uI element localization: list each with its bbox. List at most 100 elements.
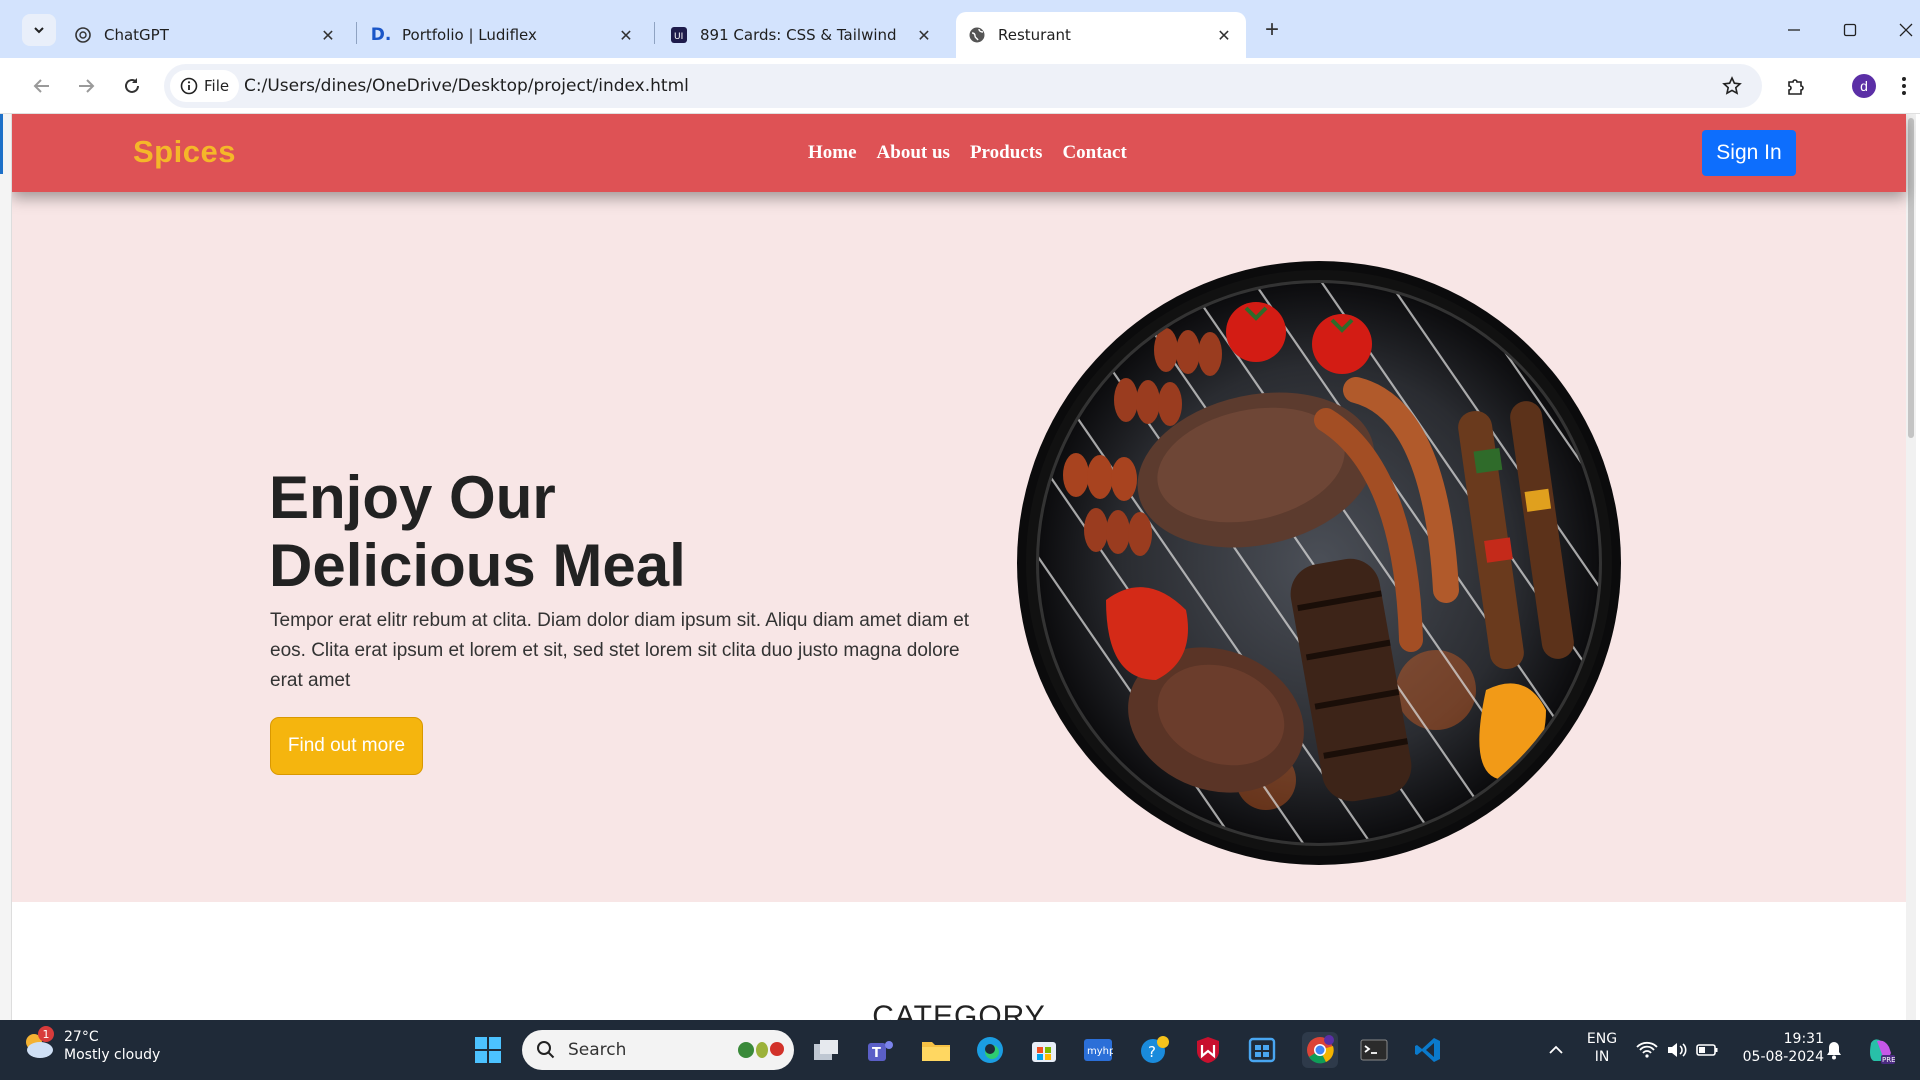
quick-settings-button[interactable]: [1632, 1032, 1722, 1068]
close-tab-icon[interactable]: ✕: [1214, 25, 1234, 45]
weather-text: Mostly cloudy: [64, 1047, 161, 1063]
vscode-button[interactable]: [1410, 1032, 1446, 1068]
svg-text:T: T: [872, 1046, 881, 1061]
site-logo[interactable]: Spices: [133, 134, 236, 170]
chrome-button[interactable]: [1302, 1032, 1338, 1068]
close-tab-icon[interactable]: ✕: [616, 25, 636, 45]
app-grid-icon: [1248, 1037, 1276, 1063]
minimize-icon: [1788, 29, 1800, 31]
mcafee-button[interactable]: [1190, 1032, 1226, 1068]
tab-strip: ChatGPT ✕ D. Portfolio | Ludiflex ✕ UI 8…: [0, 0, 1920, 58]
task-view-button[interactable]: [808, 1032, 844, 1068]
uiverse-icon: UI: [670, 26, 688, 44]
hero-section: Enjoy Our Delicious Meal Tempor erat eli…: [12, 192, 1906, 902]
maximize-button[interactable]: [1830, 14, 1870, 46]
chatgpt-icon: [74, 26, 92, 44]
close-tab-icon[interactable]: ✕: [318, 25, 338, 45]
edge-button[interactable]: [972, 1032, 1008, 1068]
find-out-more-button[interactable]: Find out more: [270, 717, 423, 775]
reload-button[interactable]: [116, 70, 148, 102]
bell-icon: [1827, 1042, 1841, 1060]
help-icon: ?: [1141, 1036, 1169, 1063]
calculator-button[interactable]: [1244, 1032, 1280, 1068]
browser-window: ChatGPT ✕ D. Portfolio | Ludiflex ✕ UI 8…: [0, 0, 1920, 1020]
profile-button[interactable]: d: [1848, 70, 1880, 102]
taskbar: 1 27°C Mostly cloudy Search T myhp ? ENG…: [0, 1020, 1920, 1080]
puzzle-icon: [1788, 79, 1804, 95]
tab-title: Resturant: [998, 26, 1071, 44]
start-button[interactable]: [470, 1032, 506, 1068]
wifi-icon: [1636, 1041, 1658, 1058]
tab-separator: [356, 22, 357, 44]
browser-toolbar: File C:/Users/dines/OneDrive/Desktop/pro…: [0, 58, 1920, 114]
page-viewport: Spices Home About us Products Contact Si…: [12, 114, 1916, 1020]
chrome-icon: [1307, 1035, 1334, 1064]
chip-label: File: [204, 77, 230, 95]
menu-button[interactable]: [1892, 70, 1916, 102]
back-button[interactable]: [26, 70, 58, 102]
tab-cards[interactable]: UI 891 Cards: CSS & Tailwind ✕: [658, 12, 946, 58]
weather-badge: 1: [38, 1026, 54, 1042]
nav-products[interactable]: Products: [970, 142, 1042, 164]
kebab-menu-icon: [1902, 77, 1906, 95]
minimize-button[interactable]: [1774, 14, 1814, 46]
chevron-down-icon: [34, 27, 44, 34]
tab-title: ChatGPT: [104, 26, 169, 44]
nav-about[interactable]: About us: [877, 142, 950, 164]
teams-button[interactable]: T: [862, 1032, 898, 1068]
terminal-button[interactable]: [1356, 1032, 1392, 1068]
taskbar-search[interactable]: Search: [522, 1030, 794, 1070]
site-info-chip[interactable]: File: [170, 70, 240, 102]
url-text[interactable]: C:/Users/dines/OneDrive/Desktop/project/…: [244, 76, 689, 96]
search-highlight-icon: [738, 1042, 784, 1058]
section-title: CATEGORY: [872, 1000, 1046, 1020]
address-bar[interactable]: File C:/Users/dines/OneDrive/Desktop/pro…: [164, 64, 1762, 108]
maximize-icon: [1843, 23, 1857, 37]
close-window-button[interactable]: [1886, 14, 1920, 46]
tab-portfolio[interactable]: D. Portfolio | Ludiflex ✕: [360, 12, 648, 58]
help-button[interactable]: ?: [1136, 1032, 1172, 1068]
search-placeholder: Search: [568, 1040, 627, 1060]
time-text: 19:31: [1783, 1031, 1824, 1047]
sign-in-button[interactable]: Sign In: [1702, 130, 1796, 176]
clock[interactable]: 19:31 05-08-2024: [1734, 1030, 1824, 1066]
temperature: 27°C: [64, 1029, 99, 1045]
forward-button[interactable]: [70, 70, 102, 102]
copilot-button[interactable]: PRE: [1862, 1032, 1898, 1068]
tab-chatgpt[interactable]: ChatGPT ✕: [62, 12, 350, 58]
notifications-button[interactable]: [1816, 1032, 1852, 1068]
weather-cloud-icon: 1: [20, 1026, 56, 1064]
weather-widget[interactable]: 1 27°C Mostly cloudy: [20, 1026, 161, 1064]
store-button[interactable]: [1026, 1032, 1062, 1068]
show-hidden-icons-button[interactable]: [1538, 1032, 1574, 1068]
close-tab-icon[interactable]: ✕: [914, 25, 934, 45]
arrow-left-icon: [33, 79, 49, 93]
vscode-icon: [1415, 1038, 1440, 1062]
tab-search-button[interactable]: [22, 14, 56, 46]
bookmark-button[interactable]: [1716, 70, 1748, 102]
edge-icon: [977, 1037, 1003, 1063]
new-tab-button[interactable]: +: [1258, 16, 1286, 44]
file-explorer-button[interactable]: [918, 1032, 954, 1068]
tab-resturant[interactable]: Resturant ✕: [956, 12, 1246, 58]
nav-home[interactable]: Home: [808, 142, 857, 164]
myhp-button[interactable]: myhp: [1080, 1032, 1116, 1068]
copilot-icon: PRE: [1870, 1039, 1895, 1064]
terminal-icon: [1360, 1039, 1388, 1061]
mcafee-shield-icon: [1197, 1037, 1219, 1063]
teams-icon: T: [868, 1041, 893, 1061]
info-icon: [180, 77, 198, 95]
svg-text:UI: UI: [674, 32, 683, 42]
arrow-right-icon: [79, 79, 95, 93]
globe-icon: [968, 26, 986, 44]
language-indicator[interactable]: ENG IN: [1584, 1030, 1620, 1066]
date-text: 05-08-2024: [1742, 1049, 1824, 1065]
folder-icon: [922, 1042, 950, 1061]
extensions-button[interactable]: [1780, 70, 1812, 102]
battery-icon: [1696, 1044, 1718, 1056]
scrollbar-thumb[interactable]: [1908, 118, 1914, 438]
nav-contact[interactable]: Contact: [1062, 142, 1126, 164]
page-scrollbar[interactable]: [1906, 114, 1916, 1020]
hero-title-line2: Delicious Meal: [269, 532, 686, 599]
hero-text: Tempor erat elitr rebum at clita. Diam d…: [270, 610, 970, 691]
